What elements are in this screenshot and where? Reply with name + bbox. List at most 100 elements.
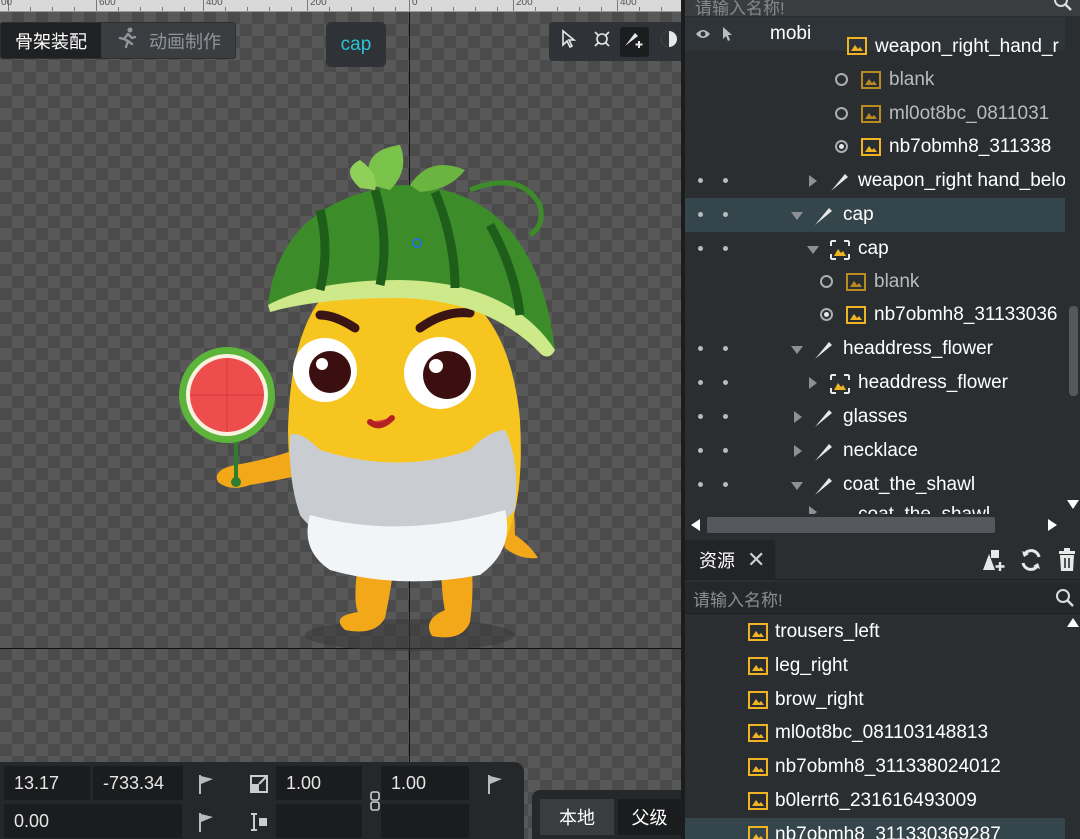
- expand-arrow-icon[interactable]: [794, 445, 802, 457]
- select-dot[interactable]: [723, 246, 728, 251]
- collapse-arrow-icon[interactable]: [791, 482, 803, 490]
- visibility-dot[interactable]: [698, 448, 703, 453]
- asset-item[interactable]: brow_right: [685, 683, 1065, 717]
- viewport-canvas[interactable]: 00 600 400 200 0 200 400 骨架装配 动画制作 cap 1…: [0, 0, 681, 839]
- parent-space-button[interactable]: 父级: [618, 799, 681, 835]
- close-icon[interactable]: ✕: [747, 547, 765, 573]
- scroll-down-arrow-icon[interactable]: [1066, 498, 1080, 510]
- scroll-thumb[interactable]: [1069, 306, 1078, 396]
- tree-row-label: blank: [889, 69, 935, 90]
- tab-rig-setup[interactable]: 骨架装配: [1, 23, 101, 58]
- select-dot[interactable]: [723, 482, 728, 487]
- tree-row[interactable]: coat_the_shawl: [685, 468, 1065, 502]
- rotation-input[interactable]: 0.00: [4, 804, 182, 838]
- scroll-left-arrow-icon[interactable]: [689, 518, 701, 532]
- tree-row[interactable]: cap: [685, 232, 1065, 266]
- asset-item[interactable]: ml0ot8bc_081103148813: [685, 716, 1065, 750]
- select-dot[interactable]: [723, 414, 728, 419]
- expand-arrow-icon[interactable]: [809, 377, 817, 389]
- slot-icon: [830, 240, 850, 260]
- expand-arrow-icon[interactable]: [794, 411, 802, 423]
- ruler-label: 600: [99, 0, 116, 8]
- select-dot[interactable]: [723, 380, 728, 385]
- attachment-radio[interactable]: [820, 275, 833, 288]
- tree-row-label: cap: [858, 238, 889, 259]
- tree-row[interactable]: headdress_flower: [685, 366, 1065, 400]
- tree-row[interactable]: coat_the_shawl: [685, 502, 1065, 514]
- weight-tool-button[interactable]: [653, 27, 682, 57]
- tree-row-selected[interactable]: cap: [685, 198, 1065, 232]
- scale-y-input[interactable]: 1.00: [381, 766, 469, 800]
- asset-item[interactable]: b0lerrt6_231616493009: [685, 784, 1065, 818]
- attachment-radio[interactable]: [835, 107, 848, 120]
- select-dot[interactable]: [723, 178, 728, 183]
- hierarchy-vertical-scrollbar[interactable]: [1065, 16, 1080, 514]
- asset-item[interactable]: trousers_left: [685, 615, 1065, 649]
- bone-icon: [815, 342, 832, 359]
- visibility-dot[interactable]: [698, 178, 703, 183]
- visibility-dot[interactable]: [698, 246, 703, 251]
- search-icon[interactable]: [1055, 588, 1075, 608]
- tree-row[interactable]: ml0ot8bc_0811031: [685, 97, 1065, 131]
- keyframe-flag-icon[interactable]: [193, 809, 219, 835]
- visibility-dot[interactable]: [698, 346, 703, 351]
- trash-icon[interactable]: [1057, 548, 1077, 572]
- create-bone-tool-button[interactable]: [620, 26, 649, 57]
- search-icon[interactable]: [1053, 0, 1073, 12]
- tree-row[interactable]: blank: [685, 265, 1065, 299]
- refresh-icon[interactable]: [1019, 548, 1043, 572]
- tree-row-label: weapon_right_hand_r: [875, 36, 1059, 57]
- translate-y-input[interactable]: -733.34: [93, 766, 183, 800]
- transform-tool-button[interactable]: [588, 27, 617, 57]
- scroll-right-arrow-icon[interactable]: [1047, 518, 1059, 532]
- visibility-dot[interactable]: [698, 212, 703, 217]
- scale-x-input[interactable]: 1.00: [276, 766, 362, 800]
- collapse-arrow-icon[interactable]: [791, 212, 803, 220]
- assets-search-input[interactable]: 请输入名称!: [685, 582, 1080, 614]
- tree-row[interactable]: headdress_flower: [685, 332, 1065, 366]
- tree-row[interactable]: nb7obmh8_311338: [685, 130, 1065, 164]
- select-dot[interactable]: [723, 448, 728, 453]
- visibility-dot[interactable]: [698, 482, 703, 487]
- tree-row[interactable]: weapon_right_hand_r: [685, 32, 1065, 66]
- translate-x-input[interactable]: 13.17: [4, 766, 90, 800]
- expand-arrow-icon[interactable]: [809, 506, 817, 514]
- hierarchy-horizontal-scrollbar[interactable]: [685, 514, 1080, 536]
- local-space-button[interactable]: 本地: [540, 799, 614, 835]
- attachment-radio[interactable]: [820, 308, 833, 321]
- attachment-radio[interactable]: [835, 140, 848, 153]
- assets-vertical-scrollbar[interactable]: [1065, 615, 1080, 839]
- character-artwork[interactable]: [170, 130, 570, 660]
- tab-assets[interactable]: 资源 ✕: [685, 540, 775, 580]
- add-asset-icon[interactable]: [981, 548, 1007, 572]
- hierarchy-search-input[interactable]: 请输入名称!: [685, 0, 1080, 16]
- collapse-arrow-icon[interactable]: [791, 346, 803, 354]
- asset-item-label: nb7obmh8_311330369287: [775, 824, 1001, 839]
- asset-item-selected[interactable]: nb7obmh8_311330369287: [685, 818, 1065, 839]
- tree-row-label: coat_the_shawl: [858, 504, 990, 514]
- scroll-thumb[interactable]: [707, 517, 995, 533]
- tree-row[interactable]: nb7obmh8_31133036: [685, 298, 1065, 332]
- tree-row[interactable]: weapon_right hand_belo: [685, 164, 1066, 198]
- visibility-dot[interactable]: [698, 414, 703, 419]
- tree-row-label: coat_the_shawl: [843, 474, 976, 495]
- keyframe-flag-icon[interactable]: [482, 771, 508, 797]
- visibility-dot[interactable]: [698, 380, 703, 385]
- tree-row[interactable]: necklace: [685, 434, 1065, 468]
- keyframe-flag-icon[interactable]: [193, 771, 219, 797]
- tab-animate[interactable]: 动画制作: [101, 23, 235, 58]
- expand-arrow-icon[interactable]: [809, 175, 817, 187]
- asset-item[interactable]: nb7obmh8_311338024012: [685, 750, 1065, 784]
- select-dot[interactable]: [723, 212, 728, 217]
- tree-row[interactable]: glasses: [685, 400, 1065, 434]
- select-dot[interactable]: [723, 346, 728, 351]
- shear-x-input[interactable]: [276, 804, 362, 838]
- attachment-radio[interactable]: [835, 73, 848, 86]
- shear-y-input[interactable]: [381, 804, 469, 838]
- asset-item[interactable]: leg_right: [685, 649, 1065, 683]
- tree-row[interactable]: blank: [685, 63, 1065, 97]
- select-tool-button[interactable]: [555, 27, 584, 57]
- collapse-arrow-icon[interactable]: [807, 246, 819, 254]
- assets-header: 资源 ✕: [685, 540, 1080, 580]
- scroll-up-arrow-icon[interactable]: [1066, 617, 1080, 629]
